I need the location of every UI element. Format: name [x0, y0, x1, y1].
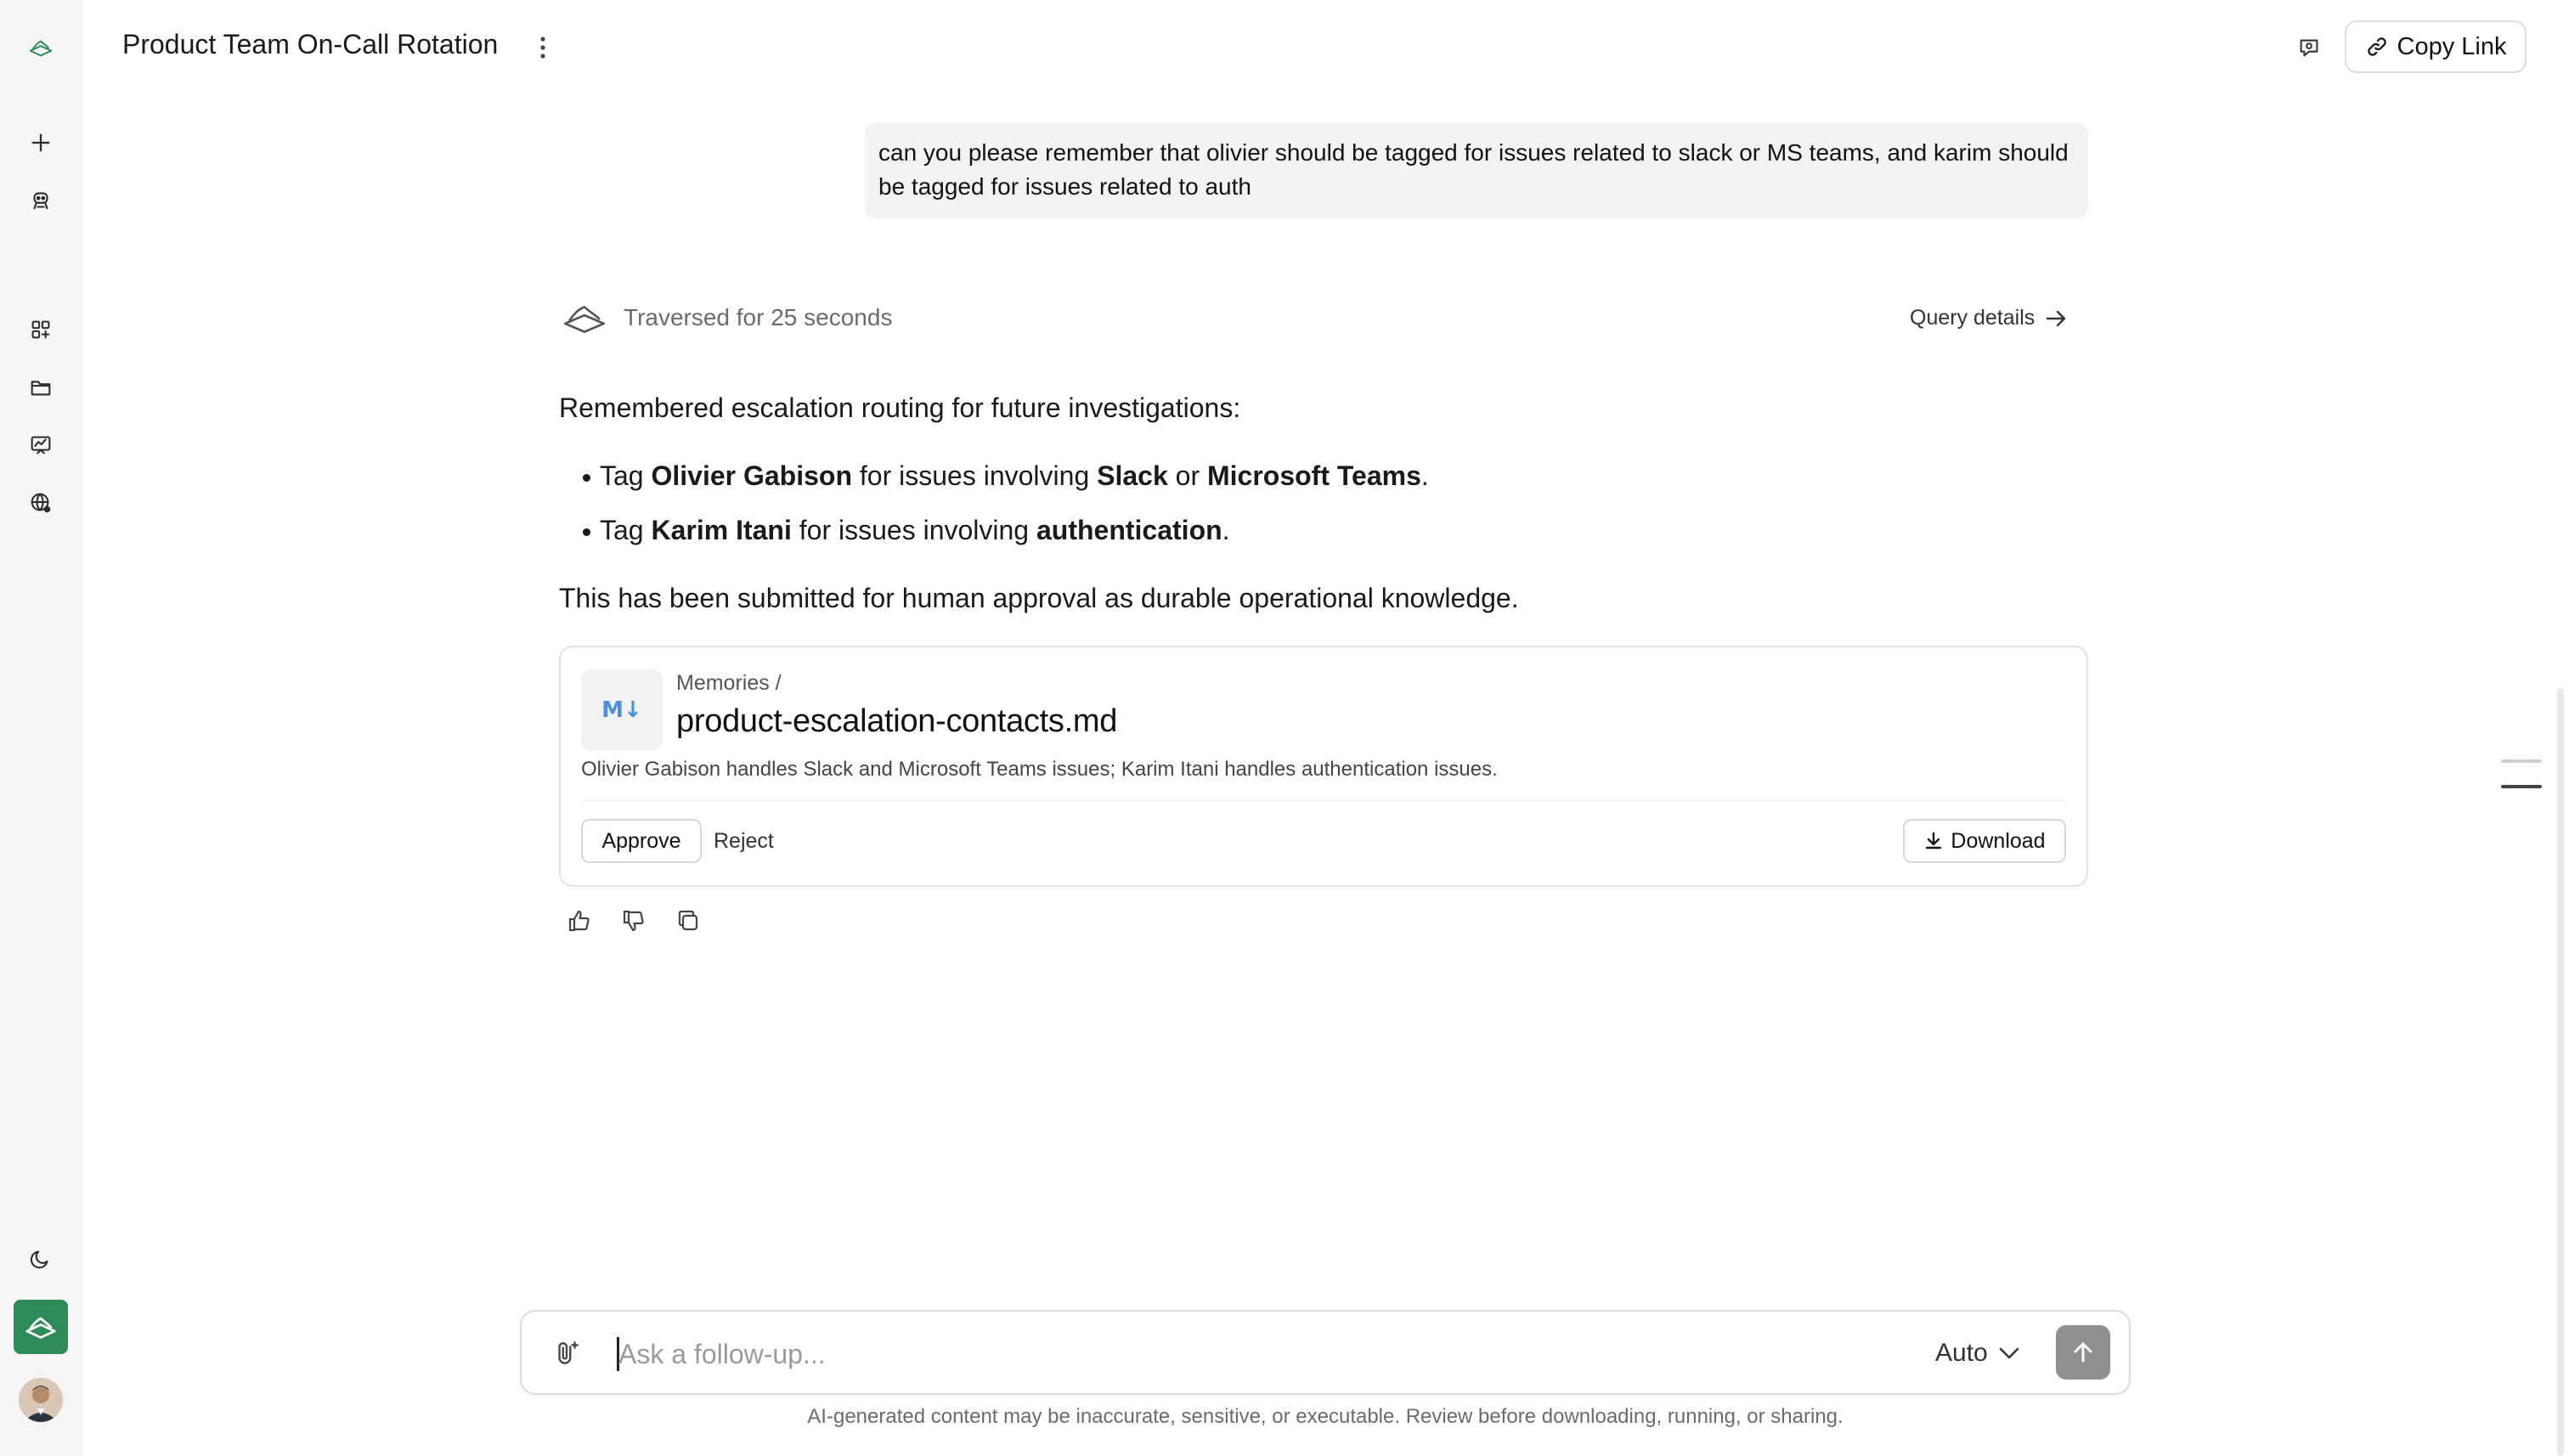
bullet-bold: Microsoft Teams — [1206, 460, 1421, 491]
bullet-text: Tag — [600, 460, 652, 491]
bullet-text: for issues involving — [852, 460, 1098, 491]
model-select[interactable]: Auto — [1935, 1334, 2020, 1373]
copy-link-label: Copy Link — [2397, 32, 2507, 60]
download-button[interactable]: Download — [1903, 819, 2066, 863]
query-details-label: Query details — [1910, 306, 2035, 330]
composer: Auto — [520, 1310, 2131, 1395]
follow-up-input[interactable] — [617, 1329, 1894, 1380]
answer-bullet: Tag Olivier Gabison for issues involving… — [583, 460, 1429, 492]
bot-icon[interactable] — [20, 180, 61, 221]
approve-button[interactable]: Approve — [581, 819, 702, 863]
bullet-bold: Slack — [1097, 460, 1168, 491]
new-chat-button[interactable] — [20, 122, 61, 163]
grid-plus-icon[interactable] — [20, 309, 61, 350]
copy-icon[interactable] — [675, 907, 702, 934]
scroll-marker[interactable] — [2501, 759, 2542, 763]
chevron-down-icon — [1998, 1346, 2020, 1361]
memory-filename[interactable]: product-escalation-contacts.md — [676, 703, 1117, 740]
traversal-status: Traversed for 25 seconds — [624, 304, 893, 330]
bullet-text: . — [1420, 460, 1429, 491]
workspace-logo-icon[interactable] — [14, 1300, 68, 1354]
download-label: Download — [1951, 828, 2046, 853]
reject-button[interactable]: Reject — [714, 819, 774, 863]
answer-bullet: Tag Karim Itani for issues involving aut… — [583, 515, 1230, 546]
query-details-link[interactable]: Query details — [1910, 306, 2067, 330]
folder-icon[interactable] — [20, 367, 61, 408]
memory-card: M↓ Memories / product-escalation-contact… — [559, 646, 2088, 887]
chat-feedback-icon[interactable] — [2292, 31, 2326, 65]
traversal-logo-icon — [562, 302, 607, 336]
bullet-bold: Karim Itani — [651, 515, 792, 545]
card-divider — [581, 800, 2066, 801]
page-title: Product Team On-Call Rotation — [122, 29, 499, 59]
memory-description: Olivier Gabison handles Slack and Micros… — [581, 758, 1498, 781]
answer-intro: Remembered escalation routing for future… — [559, 392, 1241, 423]
attach-icon[interactable] — [552, 1339, 581, 1368]
globe-icon[interactable] — [20, 483, 61, 523]
send-button[interactable] — [2056, 1325, 2110, 1380]
bullet-text: or — [1167, 460, 1207, 491]
avatar[interactable] — [19, 1378, 63, 1422]
download-icon — [1923, 831, 1944, 851]
bullet-text: . — [1222, 515, 1230, 545]
scrollbar[interactable] — [2557, 688, 2564, 1456]
answer-outro: This has been submitted for human approv… — [559, 583, 1519, 613]
arrow-up-icon — [2070, 1340, 2096, 1365]
sidebar — [0, 0, 82, 1456]
moon-icon[interactable] — [20, 1239, 61, 1279]
user-message: can you please remember that olivier sho… — [865, 122, 2088, 219]
disclaimer: AI-generated content may be inaccurate, … — [807, 1405, 1843, 1428]
bullet-bold: authentication — [1036, 515, 1222, 545]
more-vertical-icon[interactable] — [530, 31, 556, 65]
arrow-right-icon — [2045, 309, 2067, 328]
markdown-icon-label: M↓ — [601, 697, 642, 723]
link-icon — [2365, 35, 2389, 59]
scroll-marker-active[interactable] — [2501, 785, 2542, 788]
thumbs-up-icon[interactable] — [566, 907, 593, 934]
bullet-bold: Olivier Gabison — [651, 460, 852, 491]
thumbs-down-icon[interactable] — [620, 907, 647, 934]
bullet-text: for issues involving — [791, 515, 1036, 545]
app-logo-icon[interactable] — [20, 27, 61, 68]
copy-link-button[interactable]: Copy Link — [2345, 20, 2527, 73]
chart-board-icon[interactable] — [20, 425, 61, 466]
memory-path: Memories / — [676, 671, 782, 695]
model-select-label: Auto — [1935, 1339, 1988, 1367]
markdown-file-icon: M↓ — [581, 669, 663, 751]
bullet-text: Tag — [600, 515, 652, 545]
